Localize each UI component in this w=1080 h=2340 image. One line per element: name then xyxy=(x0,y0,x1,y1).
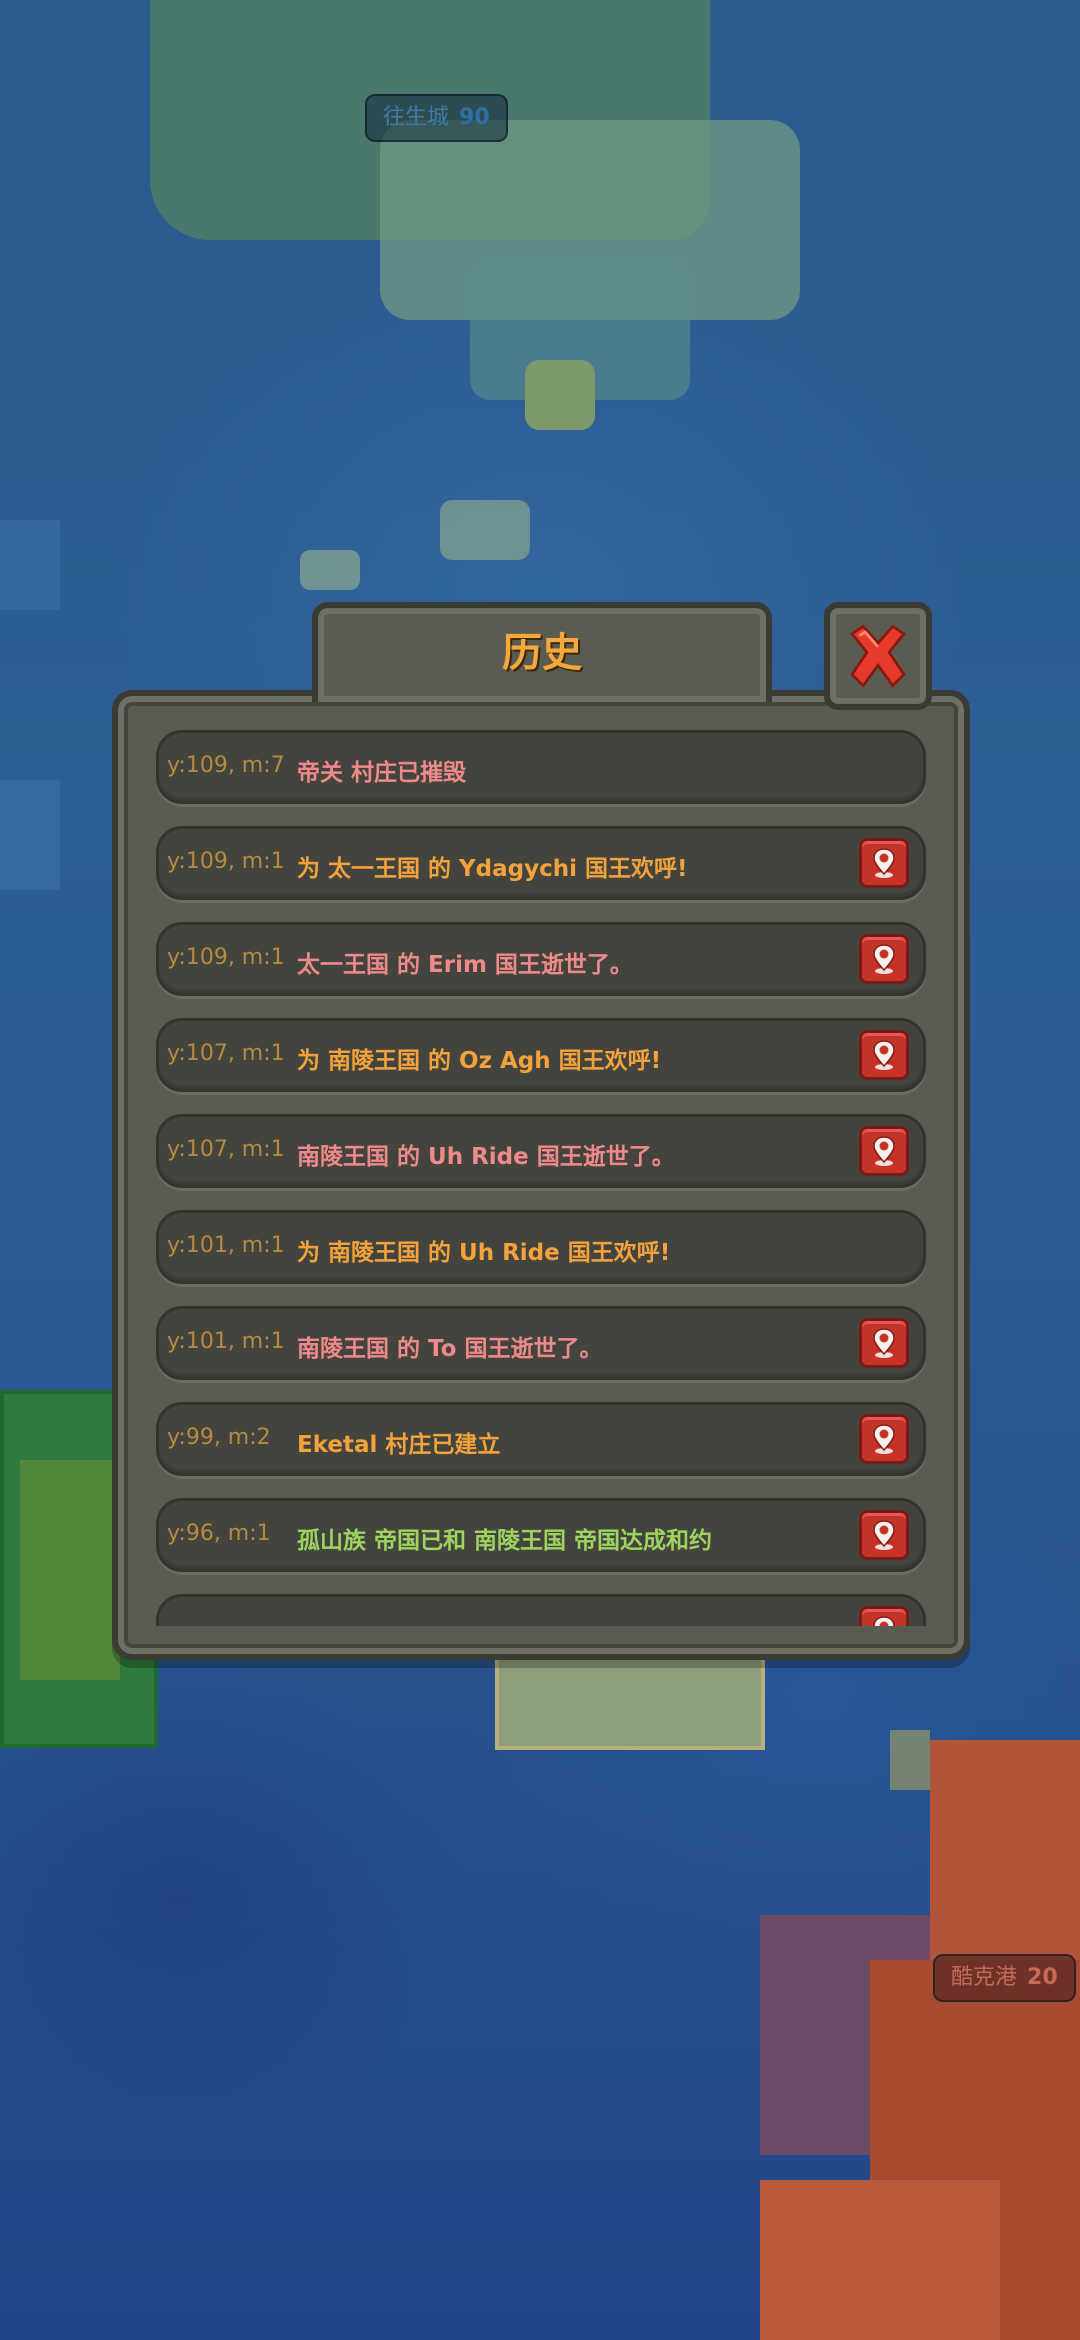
map-pin-icon xyxy=(873,1616,895,1626)
locate-button[interactable] xyxy=(859,1318,909,1368)
reef xyxy=(300,550,360,590)
history-entry[interactable] xyxy=(156,1594,926,1626)
city-label-wangsheng[interactable]: 往生城 90 xyxy=(365,94,508,142)
small-isle xyxy=(525,360,595,430)
entry-message: 为 南陵王国 的 Uh Ride 国王欢呼! xyxy=(297,1240,671,1266)
locate-button[interactable] xyxy=(859,838,909,888)
map-pin-icon xyxy=(873,1040,895,1070)
entry-date: y:109, m:1 xyxy=(167,945,285,970)
entry-date: y:109, m:1 xyxy=(167,849,285,874)
reef xyxy=(440,500,530,560)
history-entry[interactable]: y:101, m:1 为 南陵王国 的 Uh Ride 国王欢呼! xyxy=(156,1210,926,1284)
entry-message: 太一王国 的 Erim 国王逝世了。 xyxy=(297,952,633,978)
map-pin-icon xyxy=(873,1424,895,1454)
history-entry[interactable]: y:96, m:1 孤山族 帝国已和 南陵王国 帝国达成和约 xyxy=(156,1498,926,1572)
history-entry[interactable]: y:109, m:1 为 太一王国 的 Ydagychi 国王欢呼! xyxy=(156,826,926,900)
entry-message: 南陵王国 的 To 国王逝世了。 xyxy=(297,1336,603,1362)
history-entry[interactable]: y:101, m:1 南陵王国 的 To 国王逝世了。 xyxy=(156,1306,926,1380)
sand-reef xyxy=(890,1730,930,1790)
locate-button[interactable] xyxy=(859,934,909,984)
entry-message: 帝关 村庄已摧毁 xyxy=(297,760,467,786)
map-pin-icon xyxy=(873,944,895,974)
entry-message: 孤山族 帝国已和 南陵王国 帝国达成和约 xyxy=(297,1528,713,1554)
city-name: 往生城 xyxy=(383,105,450,130)
entry-date: y:99, m:2 xyxy=(167,1425,271,1450)
left-shelf xyxy=(0,780,60,890)
entry-message: 南陵王国 的 Uh Ride 国王逝世了。 xyxy=(297,1144,675,1170)
map-pin-icon xyxy=(873,1520,895,1550)
city-label-kuke[interactable]: 酷克港 20 xyxy=(933,1954,1076,2002)
history-entry[interactable]: y:109, m:7 帝关 村庄已摧毁 xyxy=(156,730,926,804)
city-population: 20 xyxy=(1027,1965,1058,1990)
history-entry[interactable]: y:99, m:2 Eketal 村庄已建立 xyxy=(156,1402,926,1476)
entry-date: y:101, m:1 xyxy=(167,1233,285,1258)
city-name: 酷克港 xyxy=(951,1965,1018,1990)
locate-button[interactable] xyxy=(859,1606,909,1626)
map-pin-icon xyxy=(873,848,895,878)
entry-date: y:96, m:1 xyxy=(167,1521,271,1546)
locate-button[interactable] xyxy=(859,1030,909,1080)
entry-date: y:101, m:1 xyxy=(167,1329,285,1354)
red-kingdom-south xyxy=(760,2180,1000,2340)
close-button[interactable] xyxy=(824,602,932,710)
history-window: 历史 y:109, m:7 帝关 村庄已摧毁 y:109, m:1 为 太一王国 的 … xyxy=(112,602,970,1662)
entry-message: Eketal 村庄已建立 xyxy=(297,1432,501,1458)
entry-message: 为 太一王国 的 Ydagychi 国王欢呼! xyxy=(297,856,688,882)
entry-date: y:107, m:1 xyxy=(167,1041,285,1066)
history-entry[interactable]: y:107, m:1 为 南陵王国 的 Oz Agh 国王欢呼! xyxy=(156,1018,926,1092)
city-population: 90 xyxy=(459,105,490,130)
locate-button[interactable] xyxy=(859,1414,909,1464)
map-pin-icon xyxy=(873,1328,895,1358)
history-entry[interactable]: y:107, m:1 南陵王国 的 Uh Ride 国王逝世了。 xyxy=(156,1114,926,1188)
left-shelf xyxy=(0,520,60,610)
entry-date: y:107, m:1 xyxy=(167,1137,285,1162)
close-x-icon xyxy=(850,624,906,688)
map-pin-icon xyxy=(873,1136,895,1166)
locate-button[interactable] xyxy=(859,1510,909,1560)
entry-date: y:109, m:7 xyxy=(167,753,285,778)
history-list[interactable]: y:109, m:7 帝关 村庄已摧毁 y:109, m:1 为 太一王国 的 Yda… xyxy=(148,730,934,1626)
locate-button[interactable] xyxy=(859,1126,909,1176)
entry-message: 为 南陵王国 的 Oz Agh 国王欢呼! xyxy=(297,1048,662,1074)
window-title: 历史 xyxy=(502,630,582,676)
forest-region-inner xyxy=(20,1460,120,1680)
history-entry[interactable]: y:109, m:1 太一王国 的 Erim 国王逝世了。 xyxy=(156,922,926,996)
